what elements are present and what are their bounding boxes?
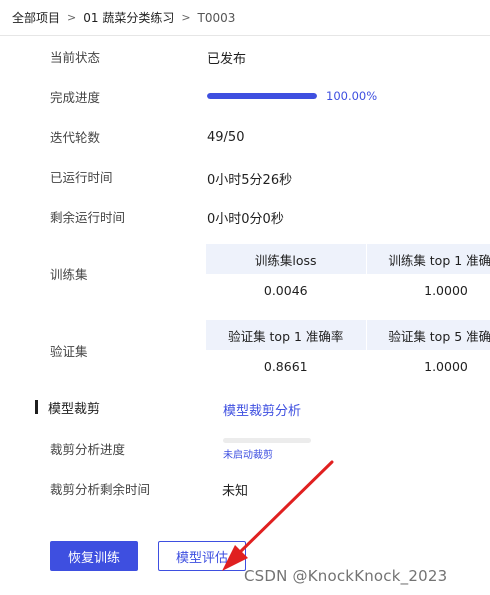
annotation-arrow-icon [222, 460, 334, 571]
watermark: CSDN @KnockKnock_2023 [244, 567, 448, 585]
